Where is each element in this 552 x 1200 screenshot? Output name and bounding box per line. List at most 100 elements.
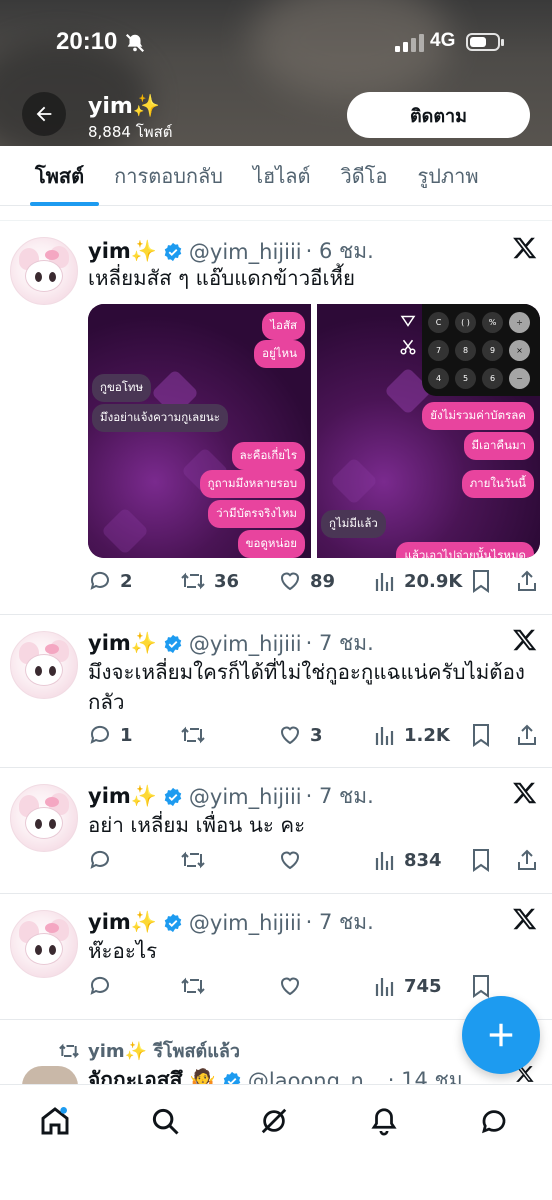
nav-search[interactable] <box>147 1103 183 1139</box>
reply-icon <box>90 571 109 590</box>
tweet[interactable]: yim✨ @yim_hijiii · 7 ชม. ห๊ะอะไร 745 <box>0 894 552 1020</box>
tweet-actions: 1 3 1.2K <box>88 723 540 751</box>
profile-tabs: โพสต์ การตอบกลับ ไฮไลต์ วิดีโอ รูปภาพ <box>0 146 552 206</box>
tab-posts[interactable]: โพสต์ <box>0 146 100 206</box>
like-button[interactable] <box>278 974 302 998</box>
bookmark-icon <box>473 570 489 593</box>
view-count: 834 <box>404 849 442 871</box>
tweet[interactable]: yim✨ @yim_hijiii · 7 ชม. อย่า เหลี่ยม เพ… <box>0 768 552 894</box>
views-button[interactable]: 745 <box>374 974 442 998</box>
avatar[interactable] <box>10 910 78 978</box>
share-button[interactable] <box>516 569 538 593</box>
view-count: 745 <box>404 975 442 997</box>
profile-header: 20:10 4G yim✨ 8,884 โพสต์ ติดตาม <box>0 0 552 146</box>
reply-button[interactable]: 1 <box>88 723 133 747</box>
reply-button[interactable]: 2 <box>88 569 133 593</box>
tweet[interactable]: yim✨ @yim_hijiii · 6 ชม. เหลี่ยมสัส ๆ แอ… <box>0 221 552 615</box>
tweet-header: yim✨ @yim_hijiii · 7 ชม. <box>88 906 374 939</box>
tweet-time: · 7 ชม. <box>305 784 374 808</box>
bookmark-button[interactable] <box>470 848 492 872</box>
bookmark-button[interactable] <box>470 569 492 593</box>
reply-button[interactable] <box>88 974 112 998</box>
avatar[interactable] <box>10 237 78 305</box>
views-button[interactable]: 1.2K <box>374 723 450 747</box>
repost-icon <box>181 726 205 744</box>
heart-icon <box>280 572 300 591</box>
plus-icon <box>489 1023 513 1047</box>
author-handle[interactable]: @yim_hijiii <box>189 785 302 809</box>
reply-button[interactable] <box>88 848 112 872</box>
author-name[interactable]: yim✨ <box>88 239 157 264</box>
chat-screenshot-right[interactable]: C ( ) % ÷ 7 8 9 × 4 5 6 − ยังไม่รวมค่าบั… <box>317 304 540 558</box>
author-name[interactable]: yim✨ <box>88 910 157 935</box>
repost-button[interactable] <box>180 974 206 998</box>
x-logo-icon[interactable] <box>512 235 538 261</box>
nav-messages[interactable] <box>476 1103 512 1139</box>
like-button[interactable]: 3 <box>278 723 323 747</box>
scissors-icon <box>400 339 416 355</box>
avatar[interactable] <box>10 631 78 699</box>
reply-icon <box>90 725 109 744</box>
status-bar: 20:10 4G <box>0 28 552 62</box>
repost-icon <box>181 977 205 995</box>
avatar[interactable] <box>22 1066 78 1086</box>
author-handle[interactable]: @yim_hijiii <box>189 632 302 656</box>
follow-button[interactable]: ติดตาม <box>347 92 530 138</box>
chat-screenshot-left[interactable]: ไอสัส อยู่ไหน กูขอโทษ มึงอย่าแจ้งความกูเ… <box>88 304 311 558</box>
chat-bubble: กูถามมึงหลายรอบ <box>199 470 305 498</box>
repost-count: 36 <box>214 570 240 592</box>
like-count: 89 <box>310 570 336 592</box>
heart-icon <box>280 726 300 745</box>
author-name[interactable]: yim✨ <box>88 631 157 656</box>
bookmark-icon <box>473 724 489 747</box>
author-name[interactable]: yim✨ <box>88 784 157 809</box>
repost-button[interactable] <box>180 723 206 747</box>
tab-highlights[interactable]: ไฮไลต์ <box>238 146 326 206</box>
like-button[interactable] <box>278 848 302 872</box>
nav-notifications[interactable] <box>366 1103 402 1139</box>
x-logo-icon[interactable] <box>512 780 538 806</box>
back-button[interactable] <box>22 92 66 136</box>
arrow-left-icon <box>36 106 52 122</box>
nav-home[interactable] <box>37 1103 73 1139</box>
nav-grok[interactable] <box>256 1103 292 1139</box>
views-icon <box>375 852 394 870</box>
tweet[interactable]: yim✨ @yim_hijiii · 7 ชม. มึงจะเหลี่ยมใคร… <box>0 615 552 768</box>
x-logo-icon[interactable] <box>512 627 538 653</box>
repost-indicator-label[interactable]: yim✨ รีโพสต์แล้ว <box>88 1036 240 1065</box>
repost-icon <box>181 572 205 590</box>
repost-button[interactable] <box>180 848 206 872</box>
bookmark-icon <box>473 849 489 872</box>
bell-icon <box>371 1108 397 1136</box>
tab-replies[interactable]: การตอบกลับ <box>99 146 238 206</box>
chat-bubble: ขอดูหน่อย <box>237 530 305 558</box>
profile-name: yim✨ <box>88 94 161 119</box>
share-button[interactable] <box>516 723 538 747</box>
tweet-actions: 2 36 89 20.9K <box>88 569 540 597</box>
reply-icon <box>90 850 109 869</box>
share-button[interactable] <box>516 848 538 872</box>
author-handle[interactable]: @yim_hijiii <box>189 911 302 935</box>
repost-indicator: yim✨ รีโพสต์แล้ว <box>58 1036 240 1065</box>
network-type: 4G <box>430 30 456 51</box>
repost-button[interactable]: 36 <box>180 569 239 593</box>
chat-bubble: มึงอย่าแจ้งความกูเลยนะ <box>92 404 228 432</box>
compose-post-button[interactable] <box>462 996 540 1074</box>
bookmark-button[interactable] <box>470 974 492 998</box>
tab-photos[interactable]: รูปภาพ <box>403 146 494 206</box>
views-button[interactable]: 834 <box>374 848 442 872</box>
views-button[interactable]: 20.9K <box>374 569 462 593</box>
bookmark-button[interactable] <box>470 723 492 747</box>
avatar[interactable] <box>10 784 78 852</box>
tweet-text: เหลี่ยมสัส ๆ แอ๊บแดกข้าวอีเหี้ย <box>88 266 356 290</box>
repost-icon <box>59 1043 79 1058</box>
grok-icon <box>261 1108 287 1134</box>
chat-bubble: กูไม่มีแล้ว <box>321 510 386 538</box>
like-button[interactable]: 89 <box>278 569 335 593</box>
tweet-media[interactable]: ไอสัส อยู่ไหน กูขอโทษ มึงอย่าแจ้งความกูเ… <box>88 304 540 558</box>
repost-icon <box>181 851 205 869</box>
author-handle[interactable]: @yim_hijiii <box>189 240 302 264</box>
x-logo-icon[interactable] <box>512 906 538 932</box>
tweet-actions: 745 <box>88 974 540 1002</box>
tab-videos[interactable]: วิดีโอ <box>326 146 403 206</box>
